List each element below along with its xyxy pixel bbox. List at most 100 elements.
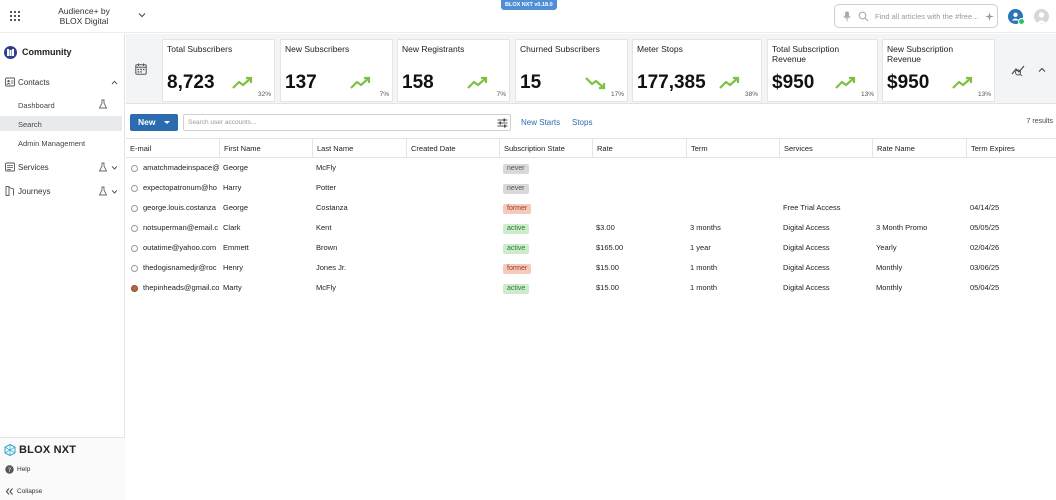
rate-cell: $3.00 xyxy=(596,223,615,232)
table-row[interactable]: notsuperman@email.c Clark Kent active $3.00 3… xyxy=(126,218,1056,238)
row-avatar xyxy=(131,265,138,272)
sidebar-item-label: Search xyxy=(18,120,42,129)
kpi-percent: 17% xyxy=(610,91,624,98)
stops-link[interactable]: Stops xyxy=(572,118,592,127)
table-row[interactable]: outatime@yahoo.com Emmett Brown active $165.… xyxy=(126,238,1056,258)
app-switcher[interactable]: Audience+ by BLOX Digital xyxy=(50,6,118,26)
column-header[interactable]: Services xyxy=(779,139,872,158)
table-row[interactable]: expectopatronum@ho Harry Potter never xyxy=(126,178,1056,198)
sidebar-section-contacts[interactable]: Contacts xyxy=(0,74,125,90)
results-count: 7 results xyxy=(1026,118,1053,125)
column-header[interactable]: Term Expires xyxy=(966,139,1056,158)
kpi-title: New Subscribers xyxy=(285,44,350,54)
services-cell: Free Trial Access xyxy=(783,203,841,212)
add-user-button[interactable] xyxy=(1008,9,1025,25)
help-icon: ? xyxy=(5,465,14,474)
sidebar-section-journeys[interactable]: Journeys xyxy=(0,183,125,199)
row-avatar xyxy=(131,165,138,172)
email-text: outatime@yahoo.com xyxy=(143,243,217,252)
chevron-up-icon[interactable] xyxy=(110,78,119,87)
column-header[interactable]: Rate xyxy=(592,139,686,158)
trend-up-icon xyxy=(467,76,488,89)
subscription-state-cell: former xyxy=(499,198,592,218)
online-status-dot xyxy=(1018,18,1025,25)
trend-up-icon xyxy=(952,76,973,89)
table-header: E-mail First Name Last Name Created Date Sub… xyxy=(126,138,1056,158)
flask-icon xyxy=(98,162,108,172)
sidebar: Community Contacts Dashboard Search Admi… xyxy=(0,34,125,500)
column-header[interactable]: First Name xyxy=(219,139,312,158)
table-row[interactable]: thepinheads@gmail.co Marty McFly active $15.… xyxy=(126,278,1056,298)
last-name-cell: Jones Jr. xyxy=(316,263,347,272)
brand-row[interactable]: Community xyxy=(4,44,72,60)
kpi-card[interactable]: New Subscribers 137 7% xyxy=(280,39,393,102)
filter-sliders-icon[interactable] xyxy=(497,118,508,128)
email-cell[interactable]: thedogisnamedjr@roc xyxy=(126,258,219,278)
email-cell[interactable]: thepinheads@gmail.co xyxy=(126,278,219,298)
chart-toggle-icon[interactable] xyxy=(1011,64,1025,76)
email-cell[interactable]: expectopatronum@ho xyxy=(126,178,219,198)
email-cell[interactable]: amatchmadeinspace@ xyxy=(126,158,219,178)
row-avatar xyxy=(131,185,138,192)
services-cell: Digital Access xyxy=(783,243,830,252)
flask-icon xyxy=(98,186,108,196)
global-search-placeholder: Find all articles with the #free... xyxy=(875,12,979,21)
subscription-state-cell: former xyxy=(499,258,592,278)
services-cell xyxy=(779,178,872,198)
sidebar-item-label: Admin Management xyxy=(18,139,86,148)
table-row[interactable]: amatchmadeinspace@ George McFly never xyxy=(126,158,1056,178)
kpi-percent: 13% xyxy=(977,91,991,98)
kpi-card[interactable]: Total Subscribers 8,723 32% xyxy=(162,39,275,102)
email-cell[interactable]: outatime@yahoo.com xyxy=(126,238,219,258)
kpi-card[interactable]: New Registrants 158 7% xyxy=(397,39,510,102)
last-name-cell: McFly xyxy=(316,163,336,172)
column-header[interactable]: E-mail xyxy=(126,139,219,158)
column-header[interactable]: Subscription State xyxy=(499,139,592,158)
chevron-down-icon[interactable] xyxy=(110,163,119,172)
column-header[interactable]: Created Date xyxy=(406,139,499,158)
ai-sparkle-icon[interactable] xyxy=(984,11,995,22)
collapse-sidebar-button[interactable]: Collapse xyxy=(5,487,42,496)
email-cell[interactable]: notsuperman@email.c xyxy=(126,218,219,238)
kpi-title: Total Subscription Revenue xyxy=(772,44,840,64)
kpi-percent: 13% xyxy=(860,91,874,98)
apps-grid-icon[interactable] xyxy=(10,11,20,21)
last-name-cell: Kent xyxy=(316,223,332,232)
kpi-title: Total Subscribers xyxy=(167,44,233,54)
kpi-card[interactable]: New Subscription Revenue $950 13% xyxy=(882,39,995,102)
sidebar-item-search[interactable]: Search xyxy=(0,116,122,131)
term-cell xyxy=(686,178,779,198)
new-button[interactable]: New xyxy=(130,114,178,131)
sidebar-item-dashboard[interactable]: Dashboard xyxy=(0,97,122,112)
kpi-percent: 38% xyxy=(744,91,758,98)
term-expires-cell: 04/14/25 xyxy=(970,203,1000,212)
rate-cell xyxy=(592,178,686,198)
subscription-state-cell: never xyxy=(499,158,592,178)
table-row[interactable]: thedogisnamedjr@roc Henry Jones Jr. former $… xyxy=(126,258,1056,278)
created-date-cell xyxy=(406,158,499,178)
chevron-down-icon[interactable] xyxy=(137,10,147,20)
profile-avatar[interactable] xyxy=(1034,9,1049,24)
toolbar: New Search user accounts... New Starts S… xyxy=(126,112,1056,134)
column-header[interactable]: Term xyxy=(686,139,779,158)
global-search-input[interactable]: Find all articles with the #free... xyxy=(834,4,998,28)
table-row[interactable]: george.louis.costanza George Costanza forme… xyxy=(126,198,1056,218)
kpi-card[interactable]: Churned Subscribers 15 17% xyxy=(515,39,628,102)
sidebar-item-admin-management[interactable]: Admin Management xyxy=(0,135,122,150)
column-header[interactable]: Rate Name xyxy=(872,139,966,158)
rate-name-cell: Yearly xyxy=(876,243,897,252)
kpi-card[interactable]: Total Subscription Revenue $950 13% xyxy=(767,39,878,102)
column-header[interactable]: Last Name xyxy=(312,139,406,158)
email-cell[interactable]: george.louis.costanza xyxy=(126,198,219,218)
sidebar-section-services[interactable]: Services xyxy=(0,159,125,175)
calendar-icon[interactable] xyxy=(135,63,147,75)
new-starts-link[interactable]: New Starts xyxy=(521,118,560,127)
account-search-input[interactable]: Search user accounts... xyxy=(183,114,511,131)
chevron-down-icon[interactable] xyxy=(110,187,119,196)
chevron-up-icon[interactable] xyxy=(1037,65,1047,75)
collapse-label: Collapse xyxy=(17,488,43,495)
microphone-icon[interactable] xyxy=(843,11,851,22)
kpi-card[interactable]: Meter Stops 177,385 38% xyxy=(632,39,762,102)
help-link[interactable]: ? Help xyxy=(5,465,30,474)
version-badge: BLOX NXT v0.18.0 xyxy=(501,0,557,10)
